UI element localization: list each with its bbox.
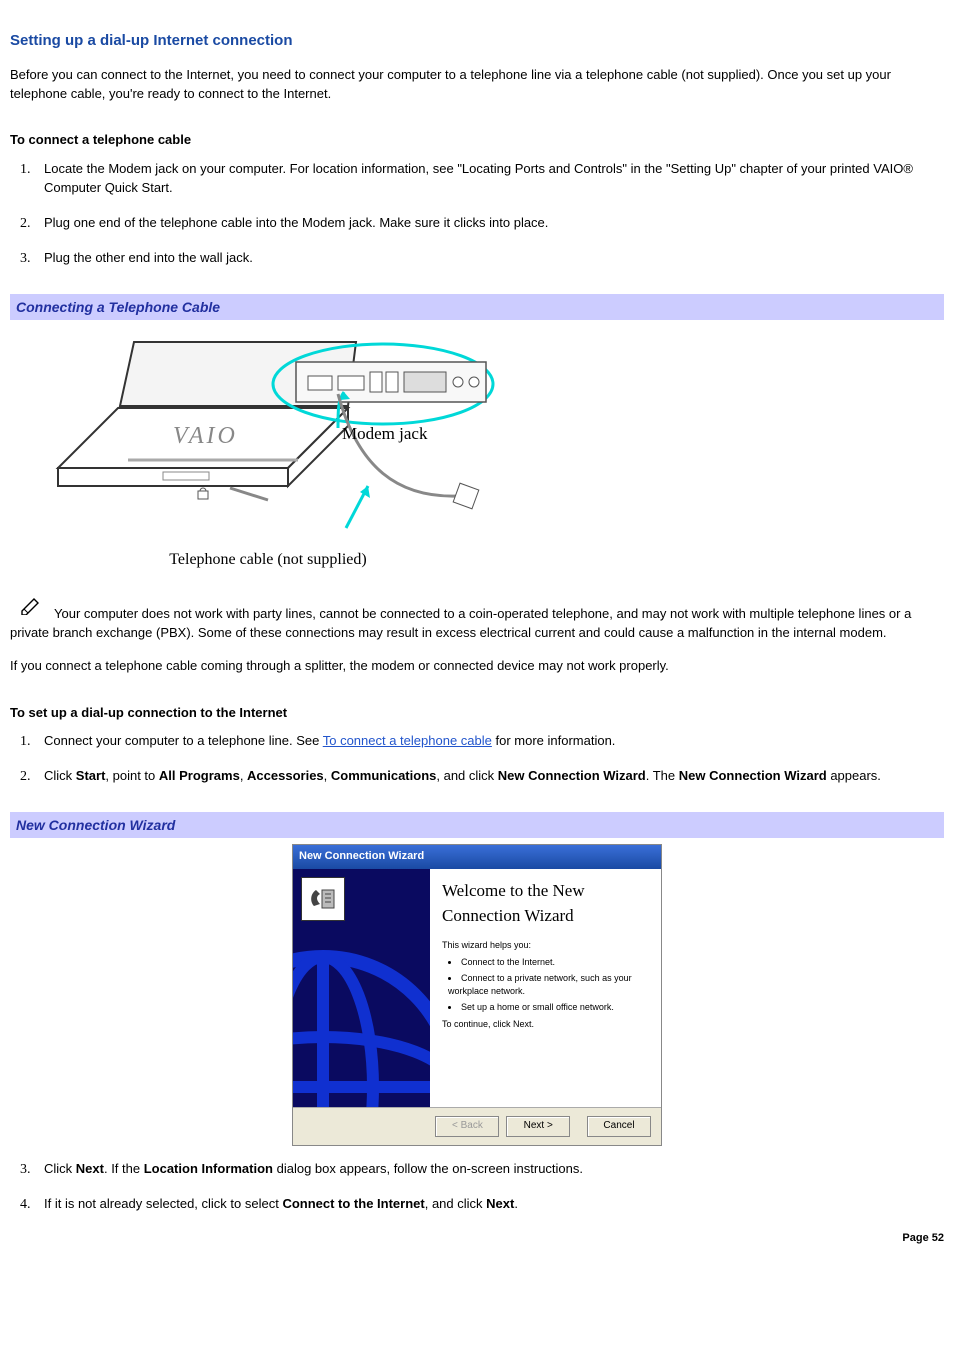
list-item: 4. If it is not already selected, click …: [44, 1195, 944, 1214]
note-splitter: If you connect a telephone cable coming …: [10, 657, 944, 676]
wizard-content: Welcome to the New Connection Wizard Thi…: [430, 869, 661, 1107]
diagram-label-modem-jack: Modem jack: [342, 422, 427, 447]
list-item: 2.Plug one end of the telephone cable in…: [44, 214, 944, 233]
text-fragment: If it is not already selected, click to …: [44, 1196, 282, 1211]
bold-label: Accessories: [247, 768, 324, 783]
note-warning: Your computer does not work with party l…: [10, 597, 944, 643]
list-item: 1.Locate the Modem jack on your computer…: [44, 160, 944, 198]
text-fragment: dialog box appears, follow the on-screen…: [273, 1161, 583, 1176]
bold-label: Next: [486, 1196, 514, 1211]
step-text: Locate the Modem jack on your computer. …: [44, 161, 913, 195]
wizard-continue-text: To continue, click Next.: [442, 1018, 649, 1031]
wizard-titlebar: New Connection Wizard: [293, 845, 661, 869]
subheading-setup-dialup: To set up a dial-up connection to the In…: [10, 704, 944, 723]
steps-connect-cable: 1.Locate the Modem jack on your computer…: [10, 160, 944, 267]
step-text: Click Next. If the Location Information …: [44, 1161, 583, 1176]
step-text: Connect your computer to a telephone lin…: [44, 733, 615, 748]
text-fragment: . If the: [104, 1161, 144, 1176]
step-text: Plug the other end into the wall jack.: [44, 250, 253, 265]
list-item: 2. Click Start, point to All Programs, A…: [44, 767, 944, 786]
back-button[interactable]: < Back: [435, 1116, 499, 1137]
step-text: Plug one end of the telephone cable into…: [44, 215, 548, 230]
bold-label: New Connection Wizard: [679, 768, 827, 783]
list-item: 3. Click Next. If the Location Informati…: [44, 1160, 944, 1179]
bold-label: Connect to the Internet: [282, 1196, 424, 1211]
text-fragment: . The: [646, 768, 679, 783]
intro-paragraph: Before you can connect to the Internet, …: [10, 66, 944, 104]
bold-label: New Connection Wizard: [498, 768, 646, 783]
step-text: If it is not already selected, click to …: [44, 1196, 518, 1211]
cancel-button[interactable]: Cancel: [587, 1116, 651, 1137]
page-title: Setting up a dial-up Internet connection: [10, 30, 944, 52]
bold-label: Next: [76, 1161, 104, 1176]
wizard-window: New Connection Wizard Welcome to the New…: [292, 844, 662, 1145]
wizard-welcome-heading: Welcome to the New Connection Wizard: [442, 879, 649, 928]
text-fragment: , and click: [425, 1196, 486, 1211]
section-bar-cable: Connecting a Telephone Cable: [10, 294, 944, 320]
wizard-bullet-list: Connect to the Internet. Connect to a pr…: [448, 956, 649, 1014]
step-text: Click Start, point to All Programs, Acce…: [44, 768, 881, 783]
svg-text:VAIO: VAIO: [173, 423, 238, 449]
wizard-bullet: Set up a home or small office network.: [448, 1001, 649, 1014]
note-text: Your computer does not work with party l…: [10, 606, 911, 640]
text-fragment: Connect your computer to a telephone lin…: [44, 733, 323, 748]
bold-label: Location Information: [144, 1161, 273, 1176]
globe-graphic-icon: [293, 907, 430, 1107]
bold-label: Communications: [331, 768, 436, 783]
steps-setup-dialup: 1. Connect your computer to a telephone …: [10, 732, 944, 786]
text-fragment: ,: [324, 768, 331, 783]
text-fragment: , point to: [105, 768, 158, 783]
text-fragment: for more information.: [492, 733, 616, 748]
next-button[interactable]: Next >: [506, 1116, 570, 1137]
diagram-caption: Telephone cable (not supplied): [38, 548, 498, 571]
wizard-helps-text: This wizard helps you:: [442, 939, 649, 952]
text-fragment: ,: [240, 768, 247, 783]
page-number: Page 52: [10, 1231, 944, 1247]
list-item: 3.Plug the other end into the wall jack.: [44, 249, 944, 268]
diagram-telephone-cable: VAIO Modem jack Telephone cable (not sup…: [38, 328, 498, 571]
note-pencil-icon: [20, 597, 42, 621]
bold-label: Start: [76, 768, 106, 783]
text-fragment: .: [514, 1196, 518, 1211]
section-bar-wizard: New Connection Wizard: [10, 812, 944, 838]
text-fragment: appears.: [827, 768, 881, 783]
list-item: 1. Connect your computer to a telephone …: [44, 732, 944, 751]
laptop-modem-illustration: VAIO: [38, 328, 498, 538]
link-connect-cable[interactable]: To connect a telephone cable: [323, 733, 492, 748]
wizard-sidebar-graphic: [293, 869, 430, 1107]
bold-label: All Programs: [159, 768, 240, 783]
text-fragment: , and click: [436, 768, 497, 783]
text-fragment: Click: [44, 768, 76, 783]
text-fragment: Click: [44, 1161, 76, 1176]
steps-setup-dialup-cont: 3. Click Next. If the Location Informati…: [10, 1160, 944, 1214]
subheading-connect-cable: To connect a telephone cable: [10, 131, 944, 150]
wizard-button-row: < Back Next > Cancel: [293, 1107, 661, 1145]
wizard-bullet: Connect to the Internet.: [448, 956, 649, 969]
wizard-bullet: Connect to a private network, such as yo…: [448, 972, 649, 998]
